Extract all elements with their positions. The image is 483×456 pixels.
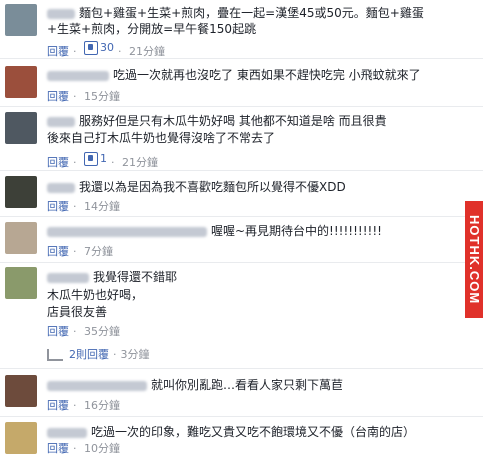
- reply-link[interactable]: 回覆: [47, 90, 69, 103]
- divider: [0, 368, 483, 369]
- divider: [0, 262, 483, 263]
- comment-text: 喔喔~再見期待台中的!!!!!!!!!!!: [47, 224, 382, 238]
- like-count[interactable]: 30: [84, 41, 114, 55]
- comment-text: 吃過一次的印象，難吃又貴又吃不飽環境又不優（台南的店）: [47, 425, 415, 439]
- timestamp[interactable]: 15分鐘: [84, 90, 120, 103]
- divider: [0, 216, 483, 217]
- commenter-name[interactable]: [47, 226, 207, 237]
- comment-text-line2: +生菜+煎肉，分開放=早午餐150起跳: [47, 22, 257, 36]
- avatar[interactable]: [5, 222, 37, 254]
- comment-text: 我還以為是因為我不喜歡吃麵包所以覺得不優XDD: [47, 180, 346, 194]
- comment-text-line2: 後來自己打木瓜牛奶也覺得沒啥了不常去了: [47, 131, 276, 145]
- timestamp[interactable]: 21分鐘: [129, 45, 165, 58]
- reply-link[interactable]: 回覆: [47, 200, 69, 213]
- comment-text: 麵包+雞蛋+生菜+煎肉，疊在一起=漢堡45或50元。麵包+雞蛋: [47, 6, 424, 20]
- divider: [0, 170, 483, 171]
- avatar[interactable]: [5, 66, 37, 98]
- timestamp[interactable]: 10分鐘: [84, 442, 120, 455]
- comment-actions: 回覆 · 1 · 21分鐘: [47, 152, 158, 169]
- avatar[interactable]: [5, 176, 37, 208]
- comment-text: 就叫你別亂跑…看看人家只剩下萬苣: [47, 378, 343, 392]
- reply-link[interactable]: 回覆: [47, 399, 69, 412]
- comment-text-line2: 木瓜牛奶也好喝，: [47, 288, 144, 302]
- comment-actions: 回覆 · 35分鐘: [47, 325, 120, 338]
- timestamp[interactable]: 35分鐘: [84, 325, 120, 338]
- view-replies-link[interactable]: 2則回覆 · 3分鐘: [47, 346, 150, 362]
- reply-arrow-icon: [47, 349, 63, 361]
- reply-link[interactable]: 回覆: [47, 325, 69, 338]
- divider: [0, 416, 483, 417]
- comment-text-line3: 店員很友善: [47, 305, 108, 319]
- commenter-name[interactable]: [47, 427, 87, 438]
- timestamp[interactable]: 16分鐘: [84, 399, 120, 412]
- timestamp[interactable]: 14分鐘: [84, 200, 120, 213]
- comment-text: 我覺得還不錯耶: [47, 270, 177, 284]
- comment-text: 服務好但是只有木瓜牛奶好喝 其他都不知道是啥 而且很貴: [47, 114, 387, 128]
- reply-link[interactable]: 回覆: [47, 156, 69, 169]
- avatar[interactable]: [5, 422, 37, 454]
- divider: [0, 106, 483, 107]
- commenter-name[interactable]: [47, 380, 147, 391]
- avatar[interactable]: [5, 267, 37, 299]
- commenter-name[interactable]: [47, 272, 89, 283]
- comment-actions: 回覆 · 30 · 21分鐘: [47, 41, 165, 58]
- comment-actions: 回覆 · 15分鐘: [47, 90, 120, 103]
- avatar[interactable]: [5, 4, 37, 36]
- comment-text: 吃過一次就再也沒吃了 東西如果不趕快吃完 小飛蚊就來了: [47, 68, 421, 82]
- commenter-name[interactable]: [47, 8, 75, 19]
- commenter-name[interactable]: [47, 182, 75, 193]
- reply-link[interactable]: 回覆: [47, 45, 69, 58]
- timestamp[interactable]: 3分鐘: [121, 348, 150, 361]
- watermark: HOTHK.COM: [465, 201, 483, 318]
- comment-actions: 回覆 · 16分鐘: [47, 399, 120, 412]
- divider: [0, 58, 483, 59]
- avatar[interactable]: [5, 375, 37, 407]
- reply-link[interactable]: 回覆: [47, 442, 69, 455]
- commenter-name[interactable]: [47, 70, 109, 81]
- thumbs-up-icon: [84, 41, 98, 55]
- comment-actions: 回覆 · 10分鐘: [47, 442, 120, 455]
- thumbs-up-icon: [84, 152, 98, 166]
- avatar[interactable]: [5, 112, 37, 144]
- comment-actions: 回覆 · 7分鐘: [47, 245, 113, 258]
- timestamp[interactable]: 7分鐘: [84, 245, 113, 258]
- commenter-name[interactable]: [47, 116, 75, 127]
- reply-link[interactable]: 回覆: [47, 245, 69, 258]
- like-count[interactable]: 1: [84, 152, 107, 166]
- timestamp[interactable]: 21分鐘: [122, 156, 158, 169]
- comment-actions: 回覆 · 14分鐘: [47, 200, 120, 213]
